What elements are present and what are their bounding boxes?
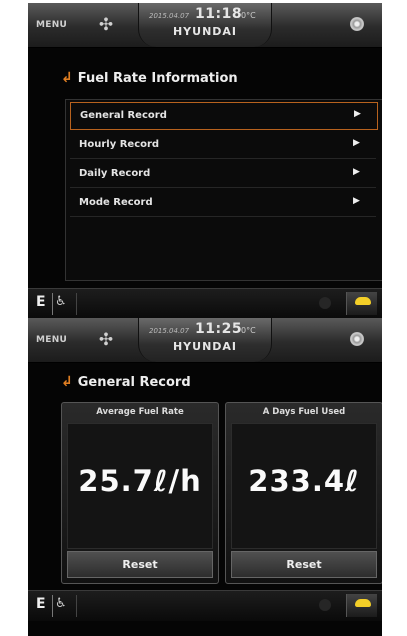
list-item-label: Hourly Record: [79, 139, 160, 150]
bottom-bar: E ♿: [28, 288, 382, 318]
top-bar: MENU ✣ 2015.04.07 11:18 0°C HYUNDAI: [28, 3, 382, 48]
clock-time: 11:18: [195, 6, 243, 22]
fuel-cards: Average Fuel Rate 25.7ℓ/h Reset A Days F…: [61, 402, 382, 584]
divider: [76, 293, 77, 315]
reset-button[interactable]: Reset: [231, 551, 377, 578]
menu-button[interactable]: MENU: [36, 335, 67, 345]
page-title: General Record: [77, 375, 191, 390]
fuel-rate-screen: MENU ✣ 2015.04.07 11:18 0°C HYUNDAI ↲ Fue…: [28, 3, 382, 318]
status-icon: [319, 297, 331, 309]
general-record-screen: MENU ✣ 2015.04.07 11:25 0°C HYUNDAI ↲ Gen…: [28, 318, 382, 636]
top-bar: MENU ✣ 2015.04.07 11:25 0°C HYUNDAI: [28, 318, 382, 363]
page-header: ↲ General Record: [61, 374, 382, 398]
chevron-right-icon: ▶: [353, 196, 360, 206]
date-text: 2015.04.07: [149, 327, 190, 335]
list-item-general-record[interactable]: General Record ▶: [70, 102, 378, 130]
chevron-right-icon: ▶: [354, 109, 361, 119]
chevron-right-icon: ▶: [353, 167, 360, 177]
card-title: Average Fuel Rate: [96, 407, 184, 417]
days-fuel-used-value: 233.4ℓ: [248, 464, 360, 498]
speed-mode-button[interactable]: [346, 594, 377, 617]
disc-icon[interactable]: [350, 17, 364, 31]
turtle-icon: [355, 599, 371, 607]
average-fuel-rate-card: Average Fuel Rate 25.7ℓ/h Reset: [61, 402, 219, 584]
bottom-bar: E ♿: [28, 590, 382, 621]
list-item-hourly-record[interactable]: Hourly Record ▶: [70, 132, 376, 159]
turtle-icon: [355, 297, 371, 305]
value-panel: 233.4ℓ: [231, 423, 377, 549]
fan-icon[interactable]: ✣: [94, 330, 118, 350]
days-fuel-used-card: A Days Fuel Used 233.4ℓ Reset: [225, 402, 382, 584]
divider: [52, 293, 53, 315]
record-list: General Record ▶ Hourly Record ▶ Daily R…: [65, 99, 382, 281]
page-header: ↲ Fuel Rate Information: [61, 70, 382, 94]
status-pod: 2015.04.07 11:25 0°C HYUNDAI: [138, 318, 272, 362]
speed-mode-button[interactable]: [346, 292, 377, 315]
list-item-label: General Record: [80, 110, 167, 121]
status-icon: [319, 599, 331, 611]
eco-mode-indicator: E: [36, 294, 46, 310]
back-arrow-icon[interactable]: ↲: [61, 374, 73, 390]
disc-icon[interactable]: [350, 332, 364, 346]
seat-icon[interactable]: ♿: [55, 294, 67, 309]
temperature: 0°C: [241, 11, 256, 20]
divider: [52, 595, 53, 617]
back-arrow-icon[interactable]: ↲: [61, 70, 73, 86]
brand-logo: HYUNDAI: [172, 340, 238, 353]
reset-button[interactable]: Reset: [67, 551, 213, 578]
date-text: 2015.04.07: [149, 12, 190, 20]
eco-mode-indicator: E: [36, 596, 46, 612]
page-title: Fuel Rate Information: [77, 71, 238, 86]
chevron-right-icon: ▶: [353, 138, 360, 148]
divider: [76, 595, 77, 617]
value-panel: 25.7ℓ/h: [67, 423, 213, 549]
status-pod: 2015.04.07 11:18 0°C HYUNDAI: [138, 3, 272, 47]
list-item-label: Mode Record: [79, 197, 153, 208]
clock-time: 11:25: [195, 321, 243, 337]
seat-icon[interactable]: ♿: [55, 596, 67, 611]
card-title: A Days Fuel Used: [262, 407, 346, 417]
list-item-label: Daily Record: [79, 168, 151, 179]
list-item-daily-record[interactable]: Daily Record ▶: [70, 161, 376, 188]
list-item-mode-record[interactable]: Mode Record ▶: [70, 190, 376, 217]
fan-icon[interactable]: ✣: [94, 15, 118, 35]
menu-button[interactable]: MENU: [36, 20, 67, 30]
brand-logo: HYUNDAI: [172, 25, 238, 38]
average-fuel-rate-value: 25.7ℓ/h: [78, 464, 202, 498]
temperature: 0°C: [241, 326, 256, 335]
